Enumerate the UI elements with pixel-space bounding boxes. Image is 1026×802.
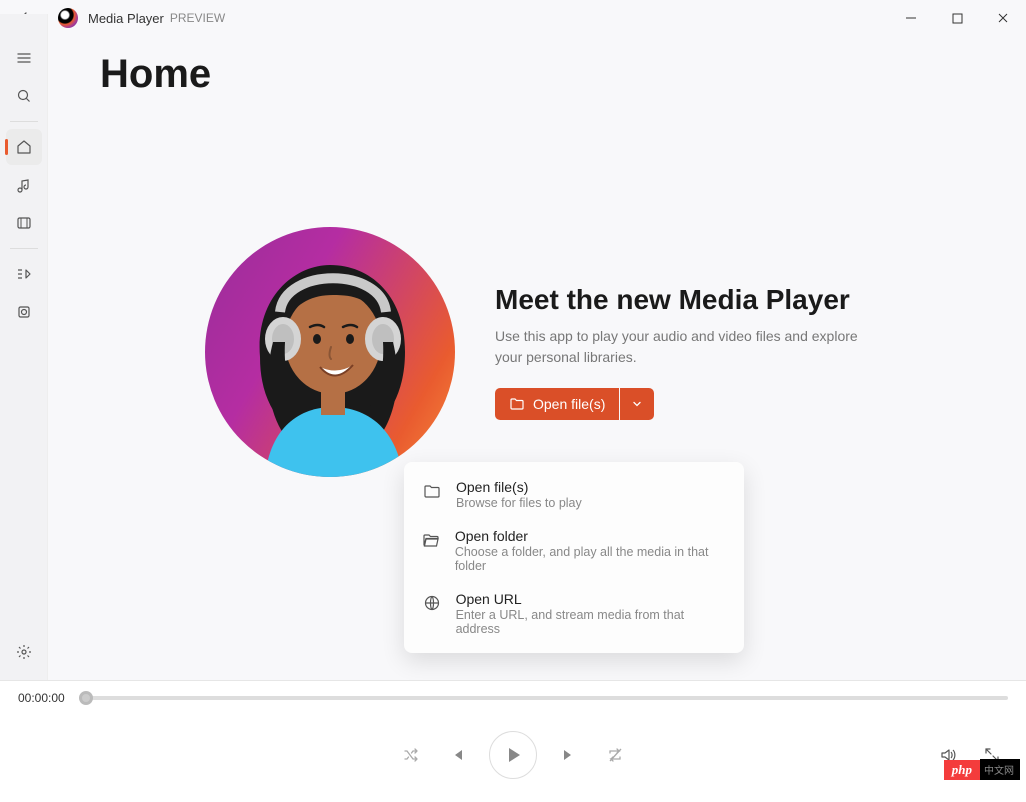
- time-elapsed: 00:00:00: [18, 691, 65, 705]
- sidebar-item-video[interactable]: [6, 205, 42, 241]
- separator: [10, 248, 38, 249]
- hamburger-menu[interactable]: [6, 40, 42, 76]
- chevron-down-icon: [631, 398, 643, 410]
- seek-track[interactable]: [79, 696, 1008, 700]
- player-bar: 00:00:00: [0, 680, 1026, 802]
- open-button-group: Open file(s): [495, 388, 875, 420]
- sidebar-item-home[interactable]: [6, 129, 42, 165]
- preview-label: PREVIEW: [170, 11, 225, 25]
- folder-open-icon: [422, 530, 441, 550]
- next-button[interactable]: [555, 741, 583, 769]
- hero-description: Use this app to play your audio and vide…: [495, 326, 875, 368]
- folder-open-icon: [509, 396, 525, 412]
- sidebar-item-music[interactable]: [6, 167, 42, 203]
- progress-row: 00:00:00: [0, 681, 1026, 705]
- watermark: php 中文网: [944, 759, 1020, 780]
- titlebar: Media Player PREVIEW: [0, 0, 1026, 36]
- search-button[interactable]: [6, 78, 42, 114]
- maximize-button[interactable]: [934, 2, 980, 34]
- page-title: Home: [100, 52, 986, 97]
- hero-avatar: [205, 227, 455, 477]
- open-files-button[interactable]: Open file(s): [495, 388, 619, 420]
- watermark-php: php: [944, 760, 980, 780]
- app-logo: [58, 8, 78, 28]
- menu-open-folder[interactable]: Open folder Choose a folder, and play al…: [404, 519, 744, 582]
- menu-open-url[interactable]: Open URL Enter a URL, and stream media f…: [404, 582, 744, 645]
- menu-item-title: Open file(s): [456, 479, 582, 495]
- folder-icon: [422, 481, 442, 501]
- hero-text: Meet the new Media Player Use this app t…: [495, 284, 875, 420]
- menu-item-subtitle: Browse for files to play: [456, 496, 582, 510]
- globe-icon: [422, 593, 442, 613]
- separator: [10, 121, 38, 122]
- open-files-label: Open file(s): [533, 396, 605, 412]
- repeat-button[interactable]: [601, 741, 629, 769]
- play-button[interactable]: [489, 731, 537, 779]
- menu-item-title: Open folder: [455, 528, 726, 544]
- previous-button[interactable]: [443, 741, 471, 769]
- watermark-cn: 中文网: [980, 759, 1020, 780]
- open-files-dropdown[interactable]: [620, 388, 654, 420]
- menu-open-files[interactable]: Open file(s) Browse for files to play: [404, 470, 744, 519]
- player-controls: [0, 731, 1026, 779]
- menu-item-subtitle: Enter a URL, and stream media from that …: [456, 608, 726, 636]
- menu-item-subtitle: Choose a folder, and play all the media …: [455, 545, 726, 573]
- hero-heading: Meet the new Media Player: [495, 284, 875, 316]
- hero-section: Meet the new Media Player Use this app t…: [205, 227, 986, 477]
- sidebar-item-playqueue[interactable]: [6, 256, 42, 292]
- minimize-button[interactable]: [888, 2, 934, 34]
- settings-button[interactable]: [6, 634, 42, 670]
- window-controls: [888, 2, 1026, 34]
- menu-item-title: Open URL: [456, 591, 726, 607]
- sidebar: [0, 14, 48, 680]
- close-button[interactable]: [980, 2, 1026, 34]
- seek-thumb[interactable]: [79, 691, 93, 705]
- open-menu: Open file(s) Browse for files to play Op…: [404, 462, 744, 653]
- app-name: Media Player: [88, 11, 164, 26]
- sidebar-item-playlists[interactable]: [6, 294, 42, 330]
- shuffle-button[interactable]: [397, 741, 425, 769]
